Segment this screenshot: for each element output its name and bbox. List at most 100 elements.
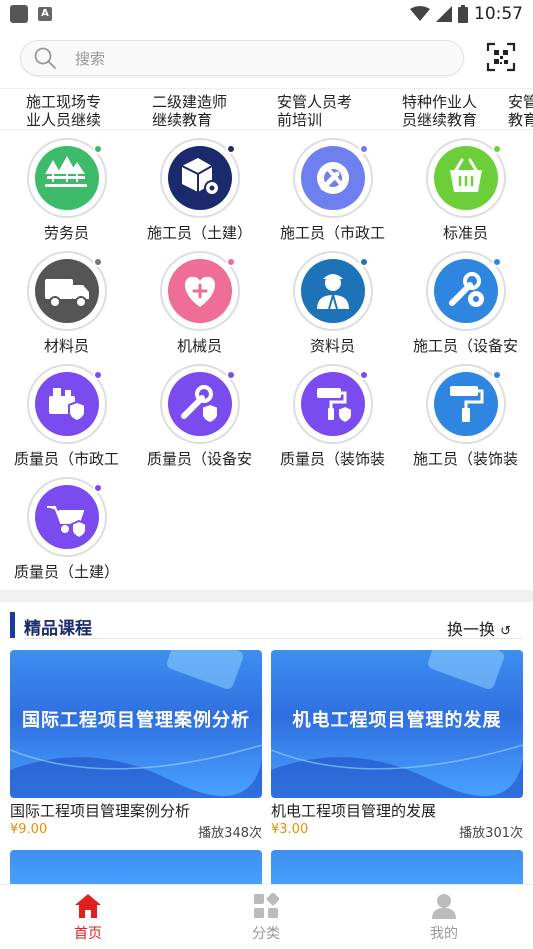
nav-profile[interactable]: 我的 xyxy=(404,893,484,943)
profile-icon xyxy=(432,894,456,919)
role-icon-ring xyxy=(160,364,240,444)
status-dot xyxy=(226,257,236,267)
course-plays: 播放301次 xyxy=(459,826,523,841)
role-item[interactable]: 质量员（土建） xyxy=(0,475,133,588)
role-label: 施工员（土建） xyxy=(146,224,252,242)
role-icon-ring xyxy=(293,251,373,331)
section-header: 精品课程 换一换 ↺ xyxy=(0,608,533,640)
role-label: 质量员（设备安 xyxy=(146,450,252,468)
role-label: 材料员 xyxy=(43,337,89,355)
role-item[interactable]: 施工员（装饰装 xyxy=(399,362,532,475)
status-dot xyxy=(93,370,103,380)
tab-special-operation[interactable]: 特种作业人 员继续教育 xyxy=(402,93,477,129)
section-divider xyxy=(0,590,533,602)
role-icon-ring xyxy=(160,251,240,331)
role-label: 施工员（设备安 xyxy=(412,337,518,355)
worker-icon xyxy=(301,259,365,323)
qr-scan-icon[interactable] xyxy=(486,42,516,72)
role-item[interactable]: 资料员 xyxy=(266,249,399,362)
role-item[interactable]: 质量员（市政工 xyxy=(0,362,133,475)
status-dot xyxy=(492,257,502,267)
home-icon xyxy=(75,894,101,918)
wheelbarrow-shield-icon xyxy=(35,485,99,549)
basket-icon xyxy=(434,146,498,210)
role-icon-ring xyxy=(426,364,506,444)
category-tabs: 施工现场专 业人员继续 二级建造师 继续教育 安管人员考 前培训 特种作业人 员… xyxy=(0,88,533,130)
course-thumbnail: 国际工程项目管理案例分析 xyxy=(10,650,262,798)
tab-level2-builder[interactable]: 二级建造师 继续教育 xyxy=(152,93,227,129)
trees-icon xyxy=(35,146,99,210)
status-dot xyxy=(492,370,502,380)
status-dot xyxy=(359,257,369,267)
status-dot xyxy=(226,370,236,380)
notification-icon xyxy=(10,5,28,23)
course-plays: 播放348次 xyxy=(198,826,262,841)
thumbnail-title: 机电工程项目管理的发展 xyxy=(292,710,502,731)
search-input[interactable]: 搜索 xyxy=(20,40,464,76)
bottom-nav: 首页 分类 我的 xyxy=(0,884,533,949)
category-icon xyxy=(254,893,279,918)
role-label: 标准员 xyxy=(442,224,488,242)
nav-home-label: 首页 xyxy=(74,926,102,942)
role-icon-ring xyxy=(426,251,506,331)
status-dot xyxy=(93,257,103,267)
refresh-button[interactable]: 换一换 ↺ xyxy=(447,616,511,640)
role-item[interactable]: 质量员（装饰装 xyxy=(266,362,399,475)
wrench-shield-icon xyxy=(168,372,232,436)
tab-safety-staff[interactable]: 安管人员考 前培训 xyxy=(277,93,352,129)
course-title: 机电工程项目管理的发展 xyxy=(271,802,437,820)
course-price: ¥9.00 xyxy=(10,822,48,837)
search-placeholder: 搜索 xyxy=(75,49,106,68)
search-row: 搜索 xyxy=(0,36,533,82)
role-icon-ring xyxy=(27,251,107,331)
nav-category-label: 分类 xyxy=(252,926,280,942)
refresh-label: 换一换 xyxy=(446,620,495,639)
role-icon-ring xyxy=(293,138,373,218)
role-item[interactable]: 标准员 xyxy=(399,136,532,249)
clock: 10:57 xyxy=(474,4,523,24)
role-icon-ring xyxy=(27,364,107,444)
nav-profile-label: 我的 xyxy=(430,926,458,942)
role-label: 施工员（市政工 xyxy=(279,224,385,242)
tab-safety-education[interactable]: 安管 教育 xyxy=(508,93,533,129)
role-label: 质量员（土建） xyxy=(13,563,119,581)
status-dot xyxy=(226,144,236,154)
role-item[interactable]: 质量员（设备安 xyxy=(133,362,266,475)
heart-plus-icon xyxy=(168,259,232,323)
course-price: ¥3.00 xyxy=(271,822,309,837)
role-item[interactable]: 施工员（土建） xyxy=(133,136,266,249)
role-label: 质量员（市政工 xyxy=(13,450,119,468)
wrench-gear-icon xyxy=(434,259,498,323)
machine-shield-icon xyxy=(35,372,99,436)
roller-shield-icon xyxy=(301,372,365,436)
refresh-icon: ↺ xyxy=(500,624,511,639)
truck-icon xyxy=(35,259,99,323)
tab-construction-staff[interactable]: 施工现场专 业人员继续 xyxy=(26,93,101,129)
role-item[interactable]: 材料员 xyxy=(0,249,133,362)
role-item[interactable]: 施工员（设备安 xyxy=(399,249,532,362)
nav-home[interactable]: 首页 xyxy=(48,893,128,943)
paint-roller-icon xyxy=(434,372,498,436)
battery-icon xyxy=(458,5,468,23)
section-title: 精品课程 xyxy=(24,619,92,639)
status-dot xyxy=(359,370,369,380)
course-thumbnail: 机电工程项目管理的发展 xyxy=(271,650,523,798)
signal-icon xyxy=(436,6,452,22)
role-item[interactable]: 机械员 xyxy=(133,249,266,362)
nav-category[interactable]: 分类 xyxy=(226,893,306,943)
role-item[interactable]: 施工员（市政工 xyxy=(266,136,399,249)
role-icon-ring xyxy=(293,364,373,444)
role-icon-ring xyxy=(27,477,107,557)
role-label: 劳务员 xyxy=(43,224,89,242)
section-underline xyxy=(24,638,522,639)
thumbnail-title: 国际工程项目管理案例分析 xyxy=(22,710,250,731)
role-icon-ring xyxy=(27,138,107,218)
tools-gear-icon xyxy=(301,146,365,210)
wifi-icon xyxy=(410,6,430,21)
status-dot xyxy=(492,144,502,154)
role-item[interactable]: 劳务员 xyxy=(0,136,133,249)
status-dot xyxy=(359,144,369,154)
role-label: 机械员 xyxy=(176,337,222,355)
course-title: 国际工程项目管理案例分析 xyxy=(10,802,191,820)
section-accent-bar xyxy=(10,612,15,638)
